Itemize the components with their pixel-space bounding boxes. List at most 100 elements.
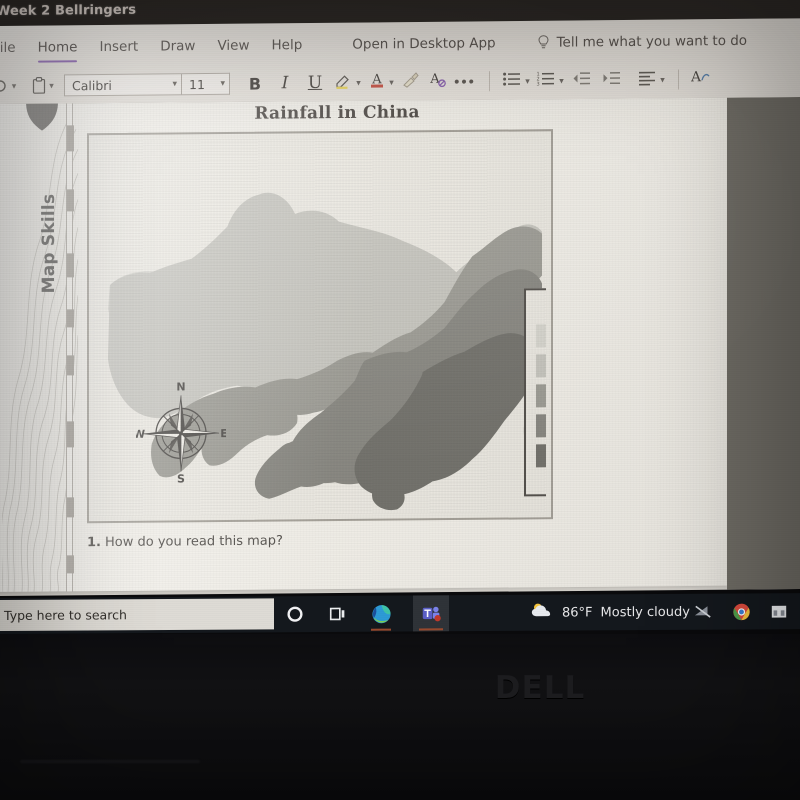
search-placeholder: Type here to search <box>4 607 127 623</box>
italic-button[interactable]: I <box>270 68 300 98</box>
taskbar-pinned-apps <box>284 595 449 632</box>
increase-indent-icon <box>602 70 622 91</box>
legend-title: Legend <box>536 298 546 315</box>
toolbar-divider <box>489 71 490 92</box>
highlighter-icon <box>333 71 353 94</box>
svg-text:A: A <box>691 69 702 85</box>
tell-me-label: Tell me what you want to do <box>556 32 748 51</box>
format-painter-button[interactable] <box>398 67 424 97</box>
align-chevron-icon: ▾ <box>660 74 665 85</box>
question-number: 1. <box>87 535 101 551</box>
store-button[interactable] <box>768 600 790 622</box>
legend-item: > 1,500 mm <box>536 443 546 468</box>
figure-title: Rainfall in China <box>254 102 420 124</box>
svg-text:3: 3 <box>537 81 540 86</box>
font-color-button[interactable]: A ▾ <box>364 67 398 97</box>
monitor-photo: Week 2 Bellringers File Home Insert Draw… <box>0 0 800 800</box>
map-figure: N S E W Legend 0 — 100 mm <box>87 129 553 524</box>
legend-item: 1,000 — 1,500 mm <box>536 413 546 438</box>
search-input[interactable]: Type here to search <box>0 598 274 632</box>
increase-indent-button[interactable] <box>597 65 627 95</box>
chrome-button[interactable] <box>730 600 752 622</box>
weather-icon <box>530 601 554 625</box>
tab-draw[interactable]: Draw <box>149 36 206 57</box>
underline-button[interactable]: U <box>300 68 330 98</box>
tab-file[interactable]: File <box>0 38 27 58</box>
open-in-desktop-app-button[interactable]: Open in Desktop App <box>341 33 506 55</box>
edge-icon <box>371 604 391 623</box>
bullet-list-button[interactable]: ▾ <box>499 66 533 96</box>
legend-item: 500 — 1,000 mm <box>536 383 546 408</box>
highlight-chevron-icon: ▾ <box>356 77 361 88</box>
compass-rose: N S E W <box>136 379 226 483</box>
numbered-list-button[interactable]: 1 2 3 ▾ <box>533 66 567 96</box>
paste-chevron-icon: ▾ <box>49 79 54 91</box>
align-left-icon <box>637 69 657 90</box>
legend-item: 0 — 100 mm <box>536 323 546 348</box>
font-name-input[interactable]: Calibri ▾ <box>64 73 182 97</box>
legend-swatch <box>536 444 546 468</box>
tab-view[interactable]: View <box>206 35 260 56</box>
teams-icon <box>422 606 441 621</box>
more-font-options-button[interactable]: ••• <box>450 66 480 96</box>
edge-button[interactable] <box>370 603 392 625</box>
font-color-chevron-icon: ▾ <box>389 76 394 87</box>
map-canvas: N S E W Legend 0 — 100 mm <box>94 136 546 517</box>
clear-formatting-button[interactable]: A <box>424 67 450 97</box>
align-button[interactable]: ▾ <box>633 65 669 95</box>
task-view-button[interactable] <box>327 603 349 625</box>
tell-me-search[interactable]: Tell me what you want to do <box>537 33 747 51</box>
legend-item: 100 — 500 mm <box>536 353 546 378</box>
document-canvas[interactable]: Map Skills Rainfall in China N S E W 1. … <box>0 97 800 597</box>
clipboard-icon <box>32 77 46 95</box>
font-color-icon: A <box>368 71 386 94</box>
font-name-chevron-icon: ▾ <box>172 79 177 90</box>
font-size-value: 11 <box>189 76 205 92</box>
system-tray <box>692 593 800 630</box>
tab-help[interactable]: Help <box>261 35 314 56</box>
legend-swatch <box>536 414 546 438</box>
worksheet-question: 1. How do you read this map? <box>87 532 507 551</box>
taskbar-weather-widget[interactable]: 86°F Mostly cloudy <box>530 594 690 631</box>
task-view-icon <box>329 607 345 621</box>
text-direction-button[interactable]: A <box>688 64 714 94</box>
cortana-icon <box>287 606 303 622</box>
windows-taskbar: Type here to search 86°F Mostly cloudy <box>0 593 800 634</box>
undo-button[interactable]: ▾ <box>0 71 18 101</box>
bullet-list-icon <box>502 70 522 91</box>
store-icon <box>771 605 787 618</box>
font-size-input[interactable]: 11 ▾ <box>182 72 230 96</box>
lightbulb-icon <box>537 35 550 51</box>
numbered-list-icon: 1 2 3 <box>536 70 556 91</box>
map-legend: Legend 0 — 100 mm 100 — 500 mm 500 — 1,0… <box>524 286 546 497</box>
decrease-indent-button[interactable] <box>567 65 597 95</box>
weather-temperature: 86°F <box>562 604 593 621</box>
legend-swatch <box>536 324 546 348</box>
compass-south-label: S <box>177 472 185 483</box>
word-ribbon: File Home Insert Draw View Help Open in … <box>0 18 800 109</box>
hainan-island <box>372 483 405 511</box>
shield-badge-icon <box>24 103 60 131</box>
tab-insert[interactable]: Insert <box>88 37 149 58</box>
tab-home[interactable]: Home <box>27 37 89 58</box>
font-name-value: Calibri <box>72 77 112 93</box>
text-direction-icon: A <box>690 68 711 91</box>
numbered-list-chevron-icon: ▾ <box>559 75 564 86</box>
network-disconnected-button[interactable] <box>692 601 714 623</box>
bold-button[interactable]: B <box>240 68 270 98</box>
paintbrush-icon <box>401 70 421 93</box>
compass-east-label: E <box>220 427 226 440</box>
legend-swatch <box>536 354 546 378</box>
cortana-button[interactable] <box>284 603 306 625</box>
legend-swatch <box>536 384 546 408</box>
vertical-ruler <box>66 103 74 592</box>
toolbar-divider-2 <box>678 69 679 90</box>
teams-button[interactable] <box>413 595 449 632</box>
network-disconnected-icon <box>694 605 711 618</box>
undo-chevron-icon: ▾ <box>11 80 17 91</box>
compass-north-label: N <box>176 380 185 393</box>
paste-button[interactable]: ▾ <box>28 70 58 100</box>
weather-condition: Mostly cloudy <box>600 604 690 620</box>
bezel-reflection <box>20 760 200 763</box>
highlight-button[interactable]: ▾ <box>330 68 364 98</box>
